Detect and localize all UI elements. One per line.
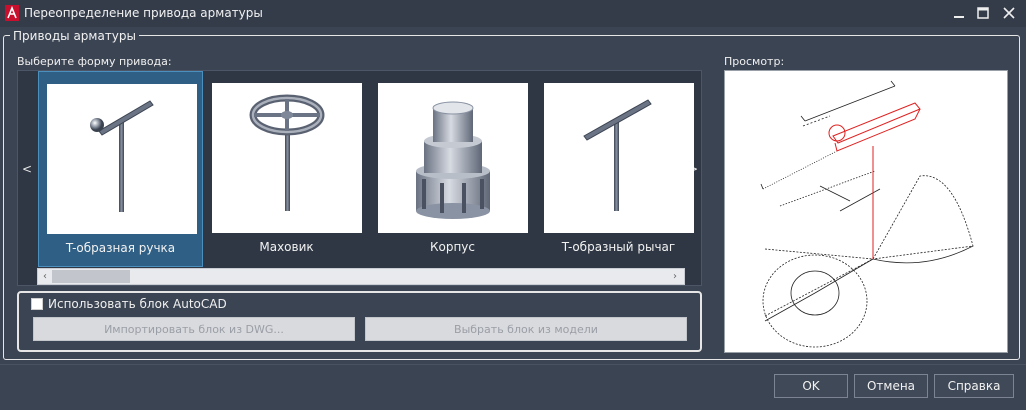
gallery-item-t-lever[interactable]: T-образный рычаг bbox=[536, 71, 701, 267]
maximize-icon bbox=[977, 7, 989, 19]
minimize-button[interactable] bbox=[948, 3, 970, 23]
gallery-item-label: Корпус bbox=[429, 240, 476, 254]
gallery-item-label: T-образная ручка bbox=[65, 241, 176, 255]
close-icon bbox=[1003, 7, 1015, 19]
preview-panel bbox=[724, 70, 1008, 353]
handwheel-image bbox=[212, 83, 362, 233]
import-dwg-block-button[interactable]: Импортировать блок из DWG... bbox=[33, 317, 355, 341]
t-handle-image bbox=[47, 84, 197, 234]
select-block-from-model-button[interactable]: Выбрать блок из модели bbox=[365, 317, 687, 341]
bottom-divider bbox=[0, 364, 1026, 365]
t-lever-icon bbox=[583, 99, 652, 211]
gallery-item-label: T-образный рычаг bbox=[561, 240, 676, 254]
use-autocad-block-label[interactable]: Использовать блок AutoCAD bbox=[48, 297, 227, 311]
gallery-item-t-handle[interactable]: T-образная ручка bbox=[38, 71, 203, 267]
use-autocad-block-checkbox[interactable] bbox=[31, 298, 43, 310]
gallery-item-housing[interactable]: Корпус bbox=[370, 71, 535, 267]
gallery-scrollbar[interactable] bbox=[37, 268, 685, 285]
actuator-preview-drawing bbox=[760, 80, 974, 348]
gallery-prev-button[interactable]: < bbox=[18, 71, 36, 267]
scroll-right-button[interactable]: › bbox=[668, 269, 682, 284]
gallery-item-label: Маховик bbox=[259, 240, 314, 254]
ok-button[interactable]: OK bbox=[774, 374, 848, 398]
housing-image bbox=[378, 83, 528, 233]
window-title: Переопределение привода арматуры bbox=[24, 6, 263, 20]
close-button[interactable] bbox=[998, 3, 1020, 23]
minimize-icon bbox=[954, 16, 964, 18]
scroll-left-button[interactable]: ‹ bbox=[38, 269, 52, 284]
maximize-button[interactable] bbox=[972, 3, 994, 23]
cancel-button[interactable]: Отмена bbox=[854, 374, 928, 398]
preview-label: Просмотр: bbox=[724, 55, 785, 68]
autocad-logo-icon bbox=[5, 5, 19, 21]
handwheel-icon bbox=[249, 94, 325, 211]
housing-icon bbox=[416, 101, 490, 219]
t-lever-image bbox=[544, 83, 694, 233]
gallery-item-handwheel[interactable]: Маховик bbox=[204, 71, 369, 267]
t-handle-icon bbox=[90, 100, 154, 212]
help-button[interactable]: Справка bbox=[934, 374, 1014, 398]
choose-form-label: Выберите форму привода: bbox=[17, 55, 172, 68]
scrollbar-thumb[interactable] bbox=[52, 270, 130, 283]
group-title: Приводы арматуры bbox=[10, 29, 139, 43]
